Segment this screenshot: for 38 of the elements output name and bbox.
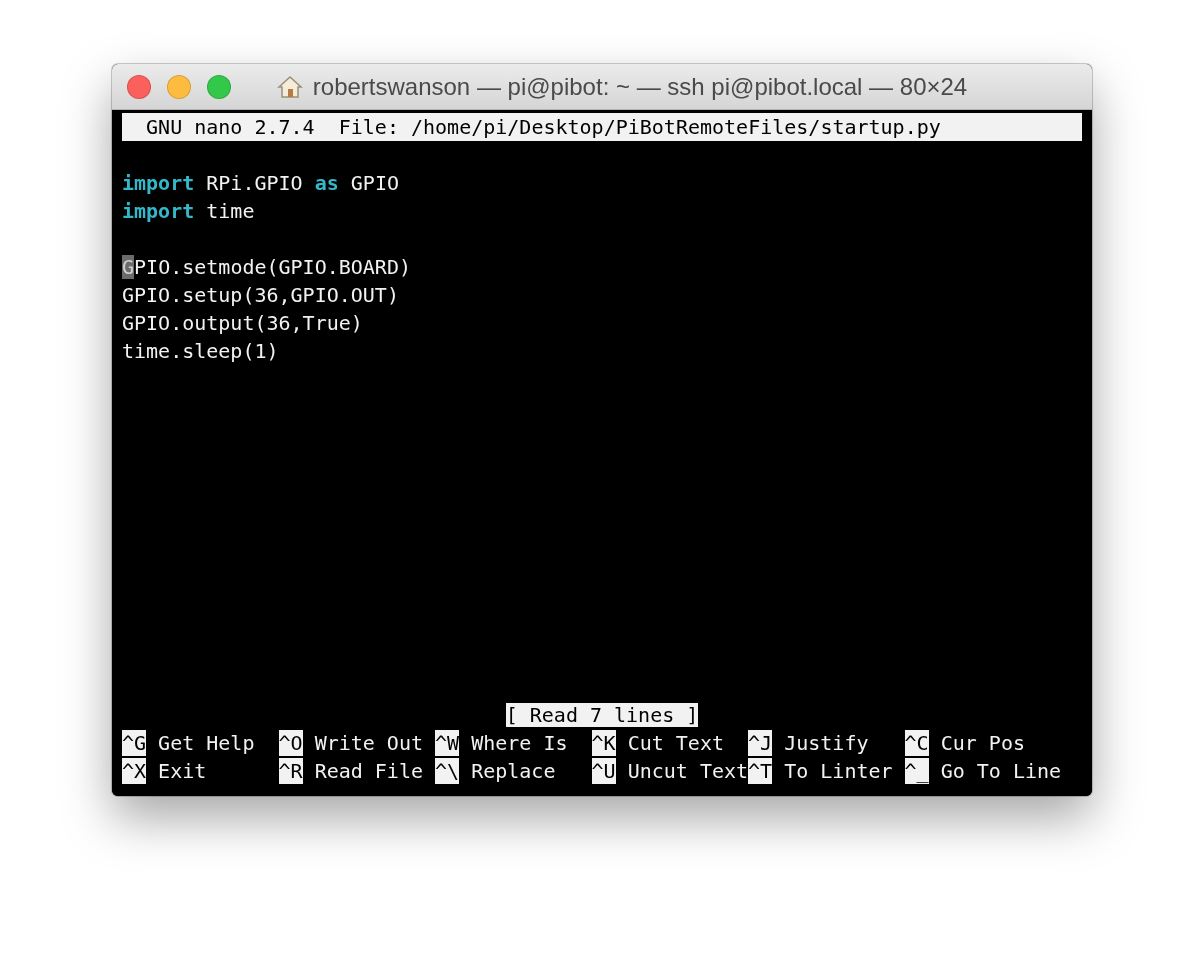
- shortcut-key: ^T: [748, 758, 773, 784]
- code-line: GPIO.setup(36,GPIO.OUT): [122, 282, 399, 309]
- shortcut-label: Where Is: [471, 730, 568, 757]
- shortcut-label: Write Out: [314, 730, 423, 757]
- shortcut-label: Uncut Text: [627, 758, 749, 785]
- file-path: File: /home/pi/Desktop/PiBotRemoteFiles/startup.py: [338, 114, 941, 141]
- shortcut-key: ^O: [278, 730, 303, 756]
- shortcut-label: Read File: [314, 758, 423, 785]
- status-message: [ Read 7 lines ]: [505, 703, 699, 727]
- house-icon: [276, 74, 303, 99]
- code-line: time.sleep(1): [122, 338, 279, 365]
- code-line: GPIO.output(36,True): [122, 310, 363, 337]
- shortcut-label: Get Help: [158, 730, 255, 757]
- window-title: robertswanson — pi@pibot: ~ — ssh pi@pibot.local — 80×24: [312, 72, 968, 101]
- shortcut-key: ^X: [122, 758, 147, 784]
- minimize-button[interactable]: [167, 74, 191, 99]
- shortcut-key: ^C: [904, 730, 929, 756]
- code-line: import RPi.GPIO as GPIO: [122, 170, 399, 197]
- shortcut-key: ^G: [122, 730, 147, 756]
- code-line: GPIO.setmode(GPIO.BOARD): [122, 254, 411, 281]
- shortcut-key: ^K: [591, 730, 616, 756]
- shortcut-key: ^_: [904, 758, 929, 784]
- shortcut-key: ^J: [748, 730, 773, 756]
- shortcut-label: Cur Pos: [940, 730, 1025, 757]
- zoom-button[interactable]: [207, 74, 231, 99]
- shortcut-key: ^\: [435, 758, 460, 784]
- close-button[interactable]: [127, 74, 151, 99]
- code-line: import time: [122, 198, 255, 225]
- shortcut-label: Replace: [471, 758, 556, 785]
- shortcut-key: ^W: [435, 730, 460, 756]
- shortcut-label: Exit: [158, 758, 207, 785]
- shortcut-label: To Linter: [784, 758, 893, 785]
- shortcut-key: ^R: [278, 758, 303, 784]
- shortcut-label: Cut Text: [627, 730, 724, 757]
- shortcut-label: Go To Line: [940, 758, 1062, 785]
- shortcut-label: Justify: [784, 730, 869, 757]
- nano-version: GNU nano 2.7.4: [146, 114, 315, 141]
- shortcut-key: ^U: [591, 758, 616, 784]
